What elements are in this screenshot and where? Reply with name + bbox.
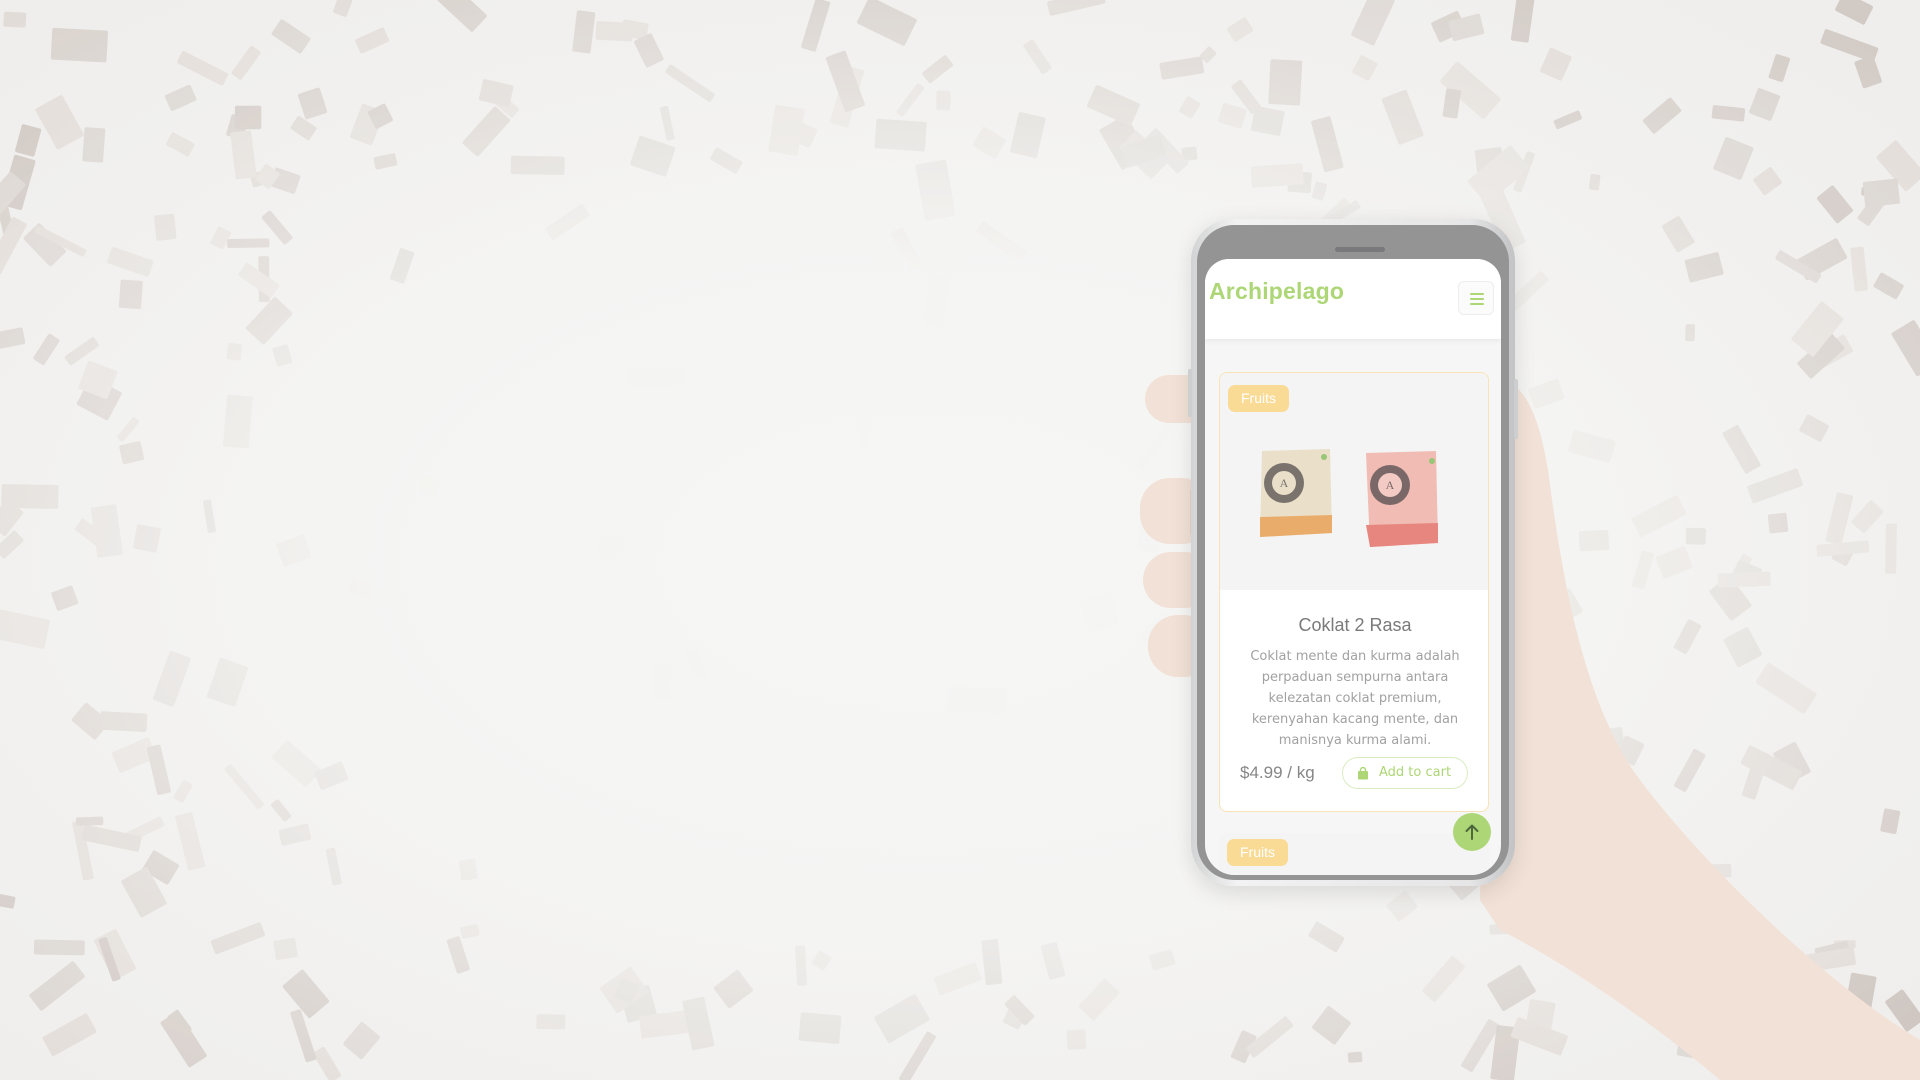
phone-screen: Archipelago A A Fruits Coklat 2 Rasa Cok… — [1205, 259, 1501, 875]
hand-image — [1140, 375, 1920, 1080]
svg-text:A: A — [1386, 478, 1395, 492]
arrow-up-icon — [1465, 824, 1479, 840]
phone-speaker — [1335, 247, 1385, 252]
navbar: Archipelago — [1205, 259, 1501, 339]
brand-logo[interactable]: Archipelago — [1209, 278, 1344, 305]
product-card[interactable]: A A Fruits Coklat 2 Rasa Coklat mente da… — [1219, 372, 1489, 812]
product-price: $4.99 / kg — [1240, 763, 1315, 782]
phone-mockup: Archipelago A A Fruits Coklat 2 Rasa Cok… — [1188, 219, 1518, 886]
product-title[interactable]: Coklat 2 Rasa — [1220, 615, 1488, 636]
add-to-cart-button[interactable]: Add to cart — [1342, 757, 1468, 789]
product-pack-image-1: A — [1260, 449, 1332, 537]
category-badge: Fruits — [1228, 385, 1289, 412]
back-to-top-button[interactable] — [1453, 813, 1491, 851]
add-to-cart-label: Add to cart — [1379, 765, 1452, 780]
category-badge: Fruits — [1227, 839, 1288, 866]
product-card-next[interactable]: Fruits — [1219, 833, 1489, 875]
shopping-bag-icon — [1358, 767, 1368, 780]
menu-toggle-button[interactable] — [1458, 281, 1494, 315]
product-description: Coklat mente dan kurma adalah perpaduan … — [1250, 649, 1460, 748]
svg-text:A: A — [1280, 476, 1289, 490]
product-pack-image-2: A — [1366, 451, 1438, 547]
phone-volume-button — [1188, 369, 1192, 417]
product-image: A A Fruits — [1220, 373, 1488, 590]
phone-power-button — [1514, 379, 1518, 439]
